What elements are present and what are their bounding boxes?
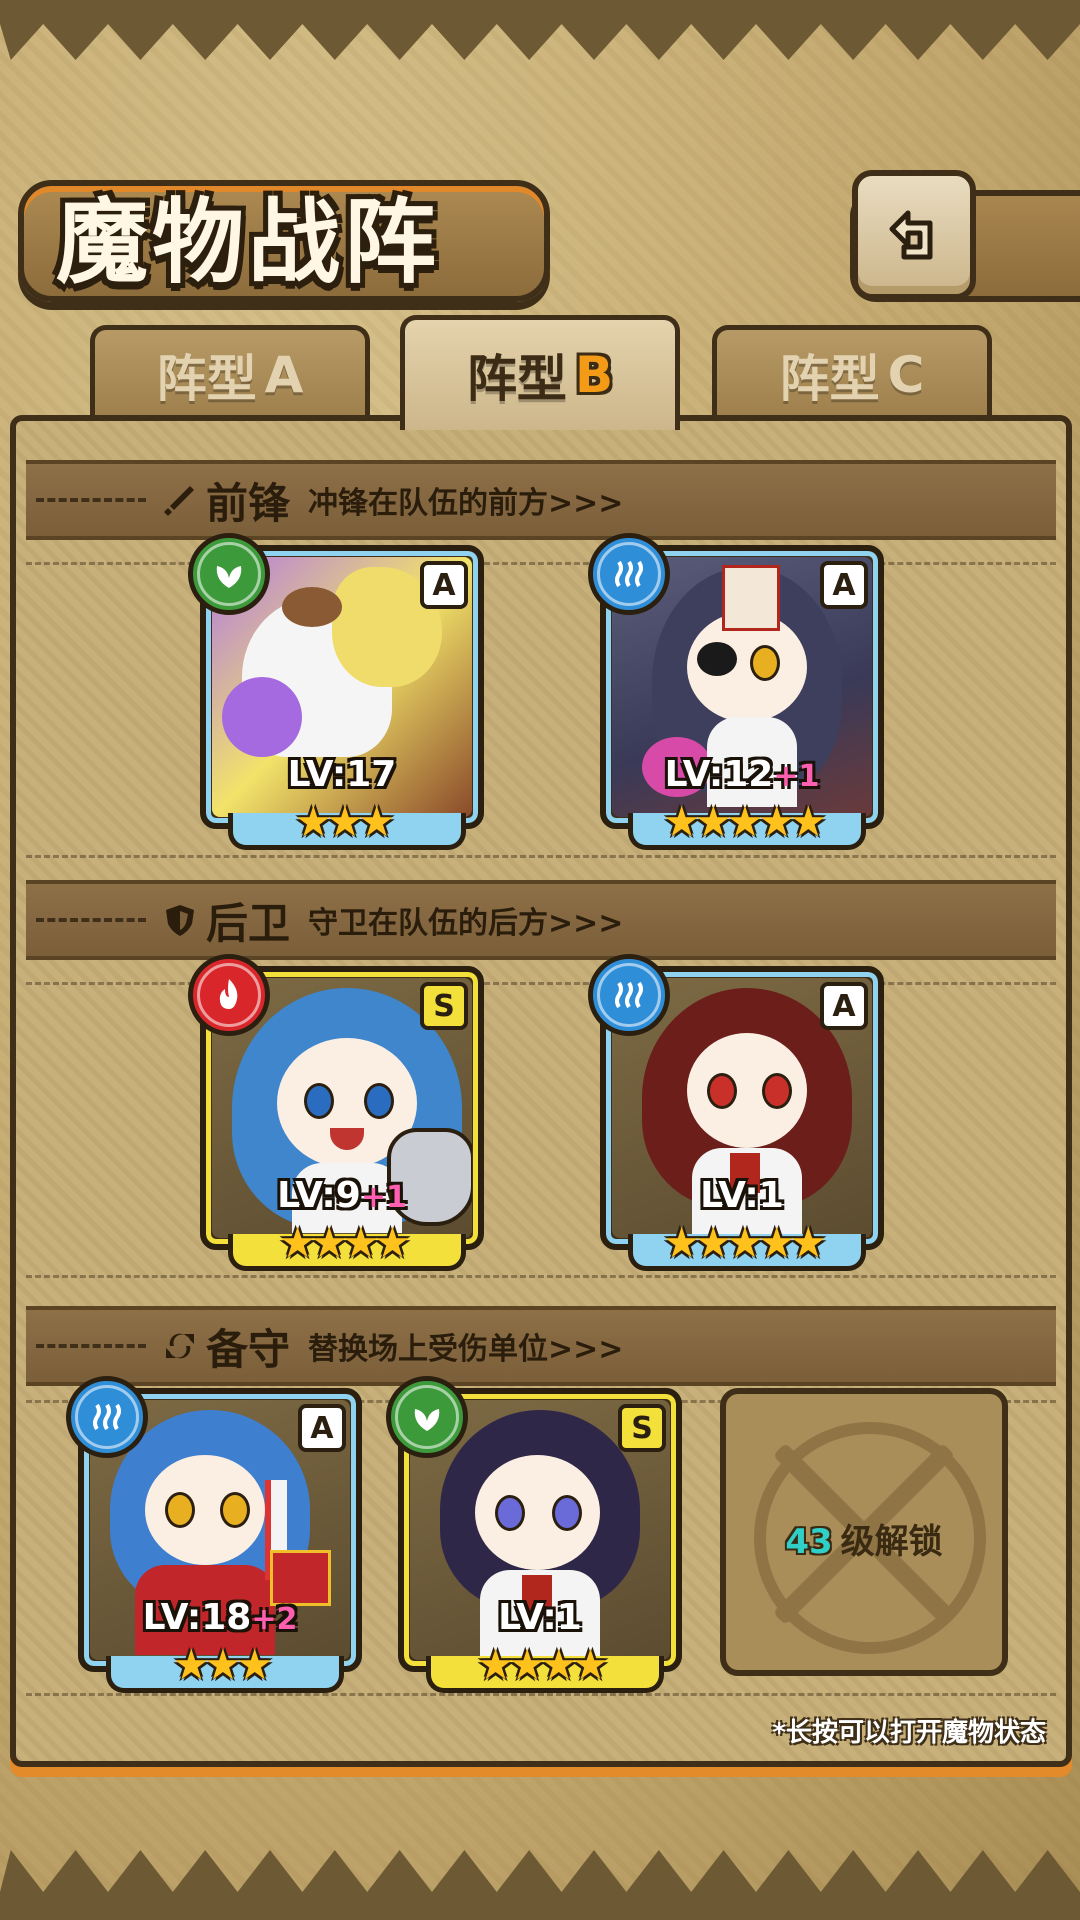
star-rating: ★★★★★ [662, 797, 827, 846]
monster-card[interactable]: S LV:1 ★★★★ [386, 1376, 682, 1693]
star-rating: ★★★★ [278, 1218, 412, 1267]
level-label: LV:17 [287, 754, 397, 795]
section-title: 备守 [206, 1324, 291, 1374]
rank-badge: A [298, 1404, 346, 1452]
sword-icon [160, 480, 200, 520]
section-title: 后卫 [206, 898, 291, 948]
shield-icon [160, 900, 200, 940]
tab-formation-b[interactable]: 阵型 B [400, 315, 680, 430]
monster-card[interactable]: A LV:17 ★★★ [188, 533, 484, 850]
star-rating: ★★★ [294, 797, 396, 846]
tab-label: 阵型 [466, 350, 567, 408]
rank-badge: A [820, 982, 868, 1030]
water-element-icon [588, 954, 670, 1036]
return-arrow-icon [889, 210, 933, 260]
swap-icon [160, 1326, 200, 1366]
section-rear: 后卫 守卫在队伍的后方>>> [26, 880, 1056, 960]
star-rating: ★★★★★ [662, 1218, 827, 1267]
leaf-element-icon [188, 533, 270, 615]
water-element-icon [66, 1376, 148, 1458]
row-rear [26, 982, 1056, 1278]
back-button[interactable] [852, 170, 976, 300]
monster-card[interactable]: A LV:18+2 ★★★ [66, 1376, 362, 1693]
section-desc: 替换场上受伤单位>>> [308, 1332, 624, 1367]
unlock-requirement: 43 级解锁 [785, 1522, 943, 1562]
rank-badge: A [820, 561, 868, 609]
level-label: LV:18+2 [142, 1597, 298, 1638]
level-label: LV:12+1 [664, 754, 820, 795]
tab-formation-c[interactable]: 阵型 C [712, 325, 992, 420]
tab-label: 阵型 [779, 350, 880, 408]
level-label: LV:1 [498, 1597, 582, 1638]
rank-badge: S [618, 1404, 666, 1452]
long-press-hint: *长按可以打开魔物状态 [772, 1718, 1046, 1748]
tab-suffix: A [264, 346, 304, 404]
tab-label: 阵型 [156, 350, 257, 408]
section-reserve: 备守 替换场上受伤单位>>> [26, 1306, 1056, 1386]
monster-card[interactable]: A LV:1 ★★★★★ [588, 954, 884, 1271]
tab-formation-a[interactable]: 阵型 A [90, 325, 370, 420]
rank-badge: S [420, 982, 468, 1030]
monster-card[interactable]: A LV:12+1 ★★★★★ [588, 533, 884, 850]
star-rating: ★★★ [172, 1640, 274, 1689]
section-desc: 冲锋在队伍的前方>>> [308, 486, 624, 521]
locked-slot[interactable]: 43 级解锁 [720, 1388, 1008, 1676]
tab-suffix: B [574, 346, 614, 404]
level-label: LV:9+1 [277, 1175, 407, 1216]
fire-element-icon [188, 954, 270, 1036]
monster-card[interactable]: S LV:9+1 ★★★★ [188, 954, 484, 1271]
section-front: 前锋 冲锋在队伍的前方>>> [26, 460, 1056, 540]
page-title: 魔物战阵 [56, 188, 441, 296]
star-rating: ★★★★ [476, 1640, 610, 1689]
tab-suffix: C [887, 346, 925, 404]
level-label: LV:1 [700, 1175, 784, 1216]
rank-badge: A [420, 561, 468, 609]
row-front [26, 562, 1056, 858]
section-desc: 守卫在队伍的后方>>> [308, 906, 624, 941]
section-title: 前锋 [206, 478, 291, 528]
water-element-icon [588, 533, 670, 615]
leaf-element-icon [386, 1376, 468, 1458]
